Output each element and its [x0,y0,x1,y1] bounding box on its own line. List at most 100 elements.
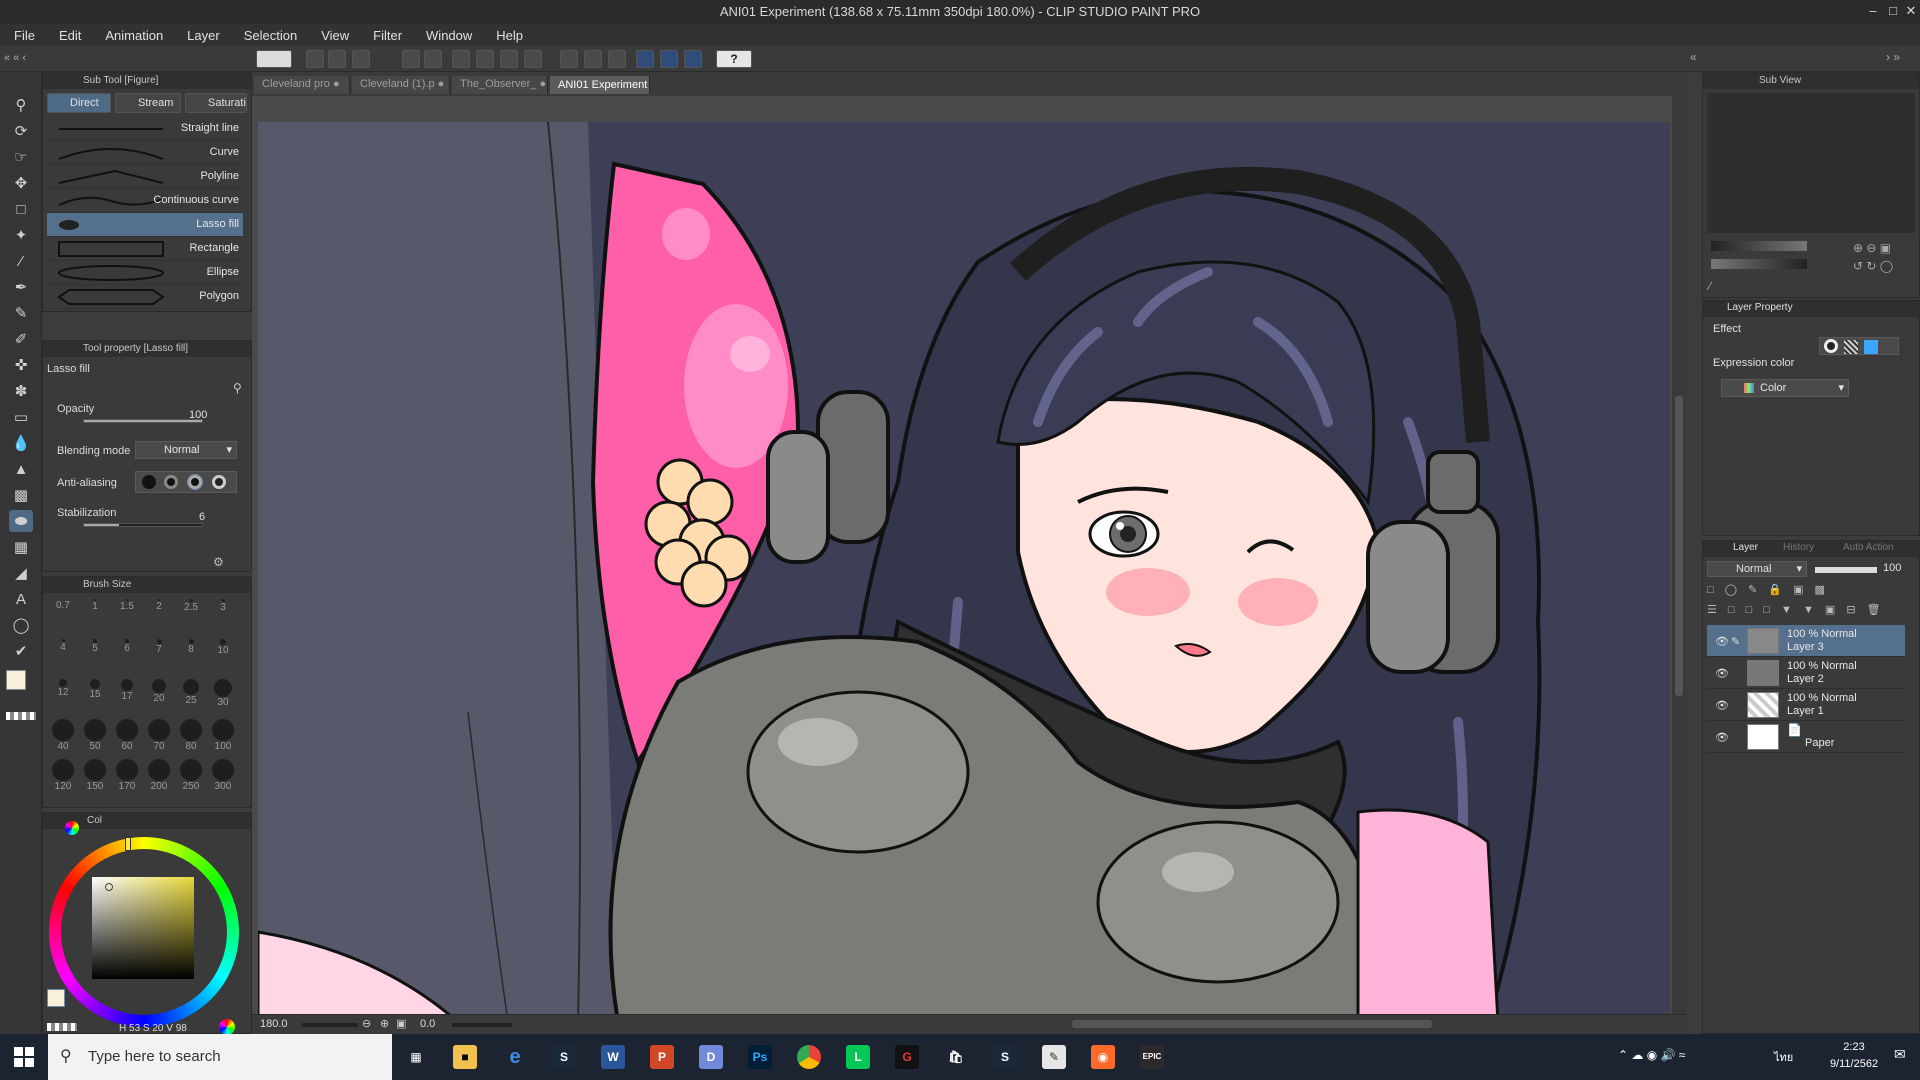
tab-history[interactable]: History [1783,542,1814,553]
stabilization-slider[interactable] [83,523,203,527]
selection-tool-icon[interactable]: □ [9,198,33,220]
garena-icon[interactable]: G [895,1045,919,1069]
balloon-tool-icon[interactable]: ◯ [9,614,33,636]
brush-size-option[interactable]: 40 [47,717,79,753]
minimize-icon[interactable]: – [1864,2,1882,20]
pencil-tool-icon[interactable]: ✎ [9,302,33,324]
edge-icon[interactable]: e [503,1045,527,1069]
move-tool-icon[interactable]: ⟳ [9,120,33,142]
clock-time[interactable]: 2:23 [1824,1041,1884,1053]
menu-window[interactable]: Window [426,28,472,43]
fit-screen-icon[interactable]: ▣ [396,1017,406,1030]
eraser-tool-icon[interactable]: ▭ [9,406,33,428]
sub-view-slider-2[interactable] [1711,259,1807,269]
transparent-chip[interactable] [47,1023,77,1031]
undo-icon[interactable] [402,50,420,68]
horizontal-scrollbar[interactable] [1072,1020,1432,1028]
sub-tool-ellipse[interactable]: Ellipse [47,261,243,285]
blend-tool-icon[interactable]: 💧 [9,432,33,454]
brush-size-option[interactable]: 1.5 [111,597,143,633]
eye-icon[interactable]: 👁 [1715,667,1729,680]
task-view-icon[interactable]: ▦ [404,1045,428,1069]
maximize-icon[interactable]: □ [1884,2,1902,20]
brush-size-option[interactable]: 70 [143,717,175,753]
brush-size-option[interactable]: 8 [175,637,207,673]
layer-row[interactable]: 👁 ✎ 100 % Normal Layer 3 [1707,625,1905,657]
blending-mode-select[interactable]: Normal ▾ [135,441,237,459]
scale-icon[interactable] [524,50,542,68]
snap-ruler-icon[interactable] [636,50,654,68]
rotation-value[interactable]: 0.0 [420,1018,435,1030]
aa-none-icon[interactable] [142,475,156,489]
main-color-chip[interactable] [47,989,65,1007]
drawing-canvas[interactable] [258,122,1670,1022]
menu-selection[interactable]: Selection [244,28,297,43]
zoom-tool-icon[interactable]: ⚲ [9,94,33,116]
line-icon[interactable]: L [846,1045,870,1069]
zoom-value[interactable]: 180.0 [260,1018,288,1030]
windows-start-icon[interactable] [14,1047,34,1067]
opacity-value[interactable]: 100 [189,409,207,421]
sub-tool-lasso-fill[interactable]: Lasso fill [47,213,243,237]
chrome-icon[interactable] [797,1045,821,1069]
figure-tool-icon[interactable]: ⬬ [9,510,33,532]
fill-tool-icon[interactable]: ▲ [9,458,33,480]
transparent-color-swatch[interactable] [6,712,36,720]
layer-options-toolbar[interactable]: □ ◯ ✎ 🔒 ▣ ▩ [1707,583,1917,599]
sub-tool-polygon[interactable]: Polygon [47,285,243,309]
opacity-slider[interactable] [83,419,203,423]
brush-size-option[interactable]: 10 [207,637,239,673]
layer-color-icon[interactable] [1864,340,1878,354]
color-picker-handle[interactable] [105,883,113,891]
eyedropper-tool-icon[interactable]: ⁄ [9,250,33,272]
layer-opacity-value[interactable]: 100 [1883,562,1901,574]
powerpoint-icon[interactable]: P [650,1045,674,1069]
brush-size-option[interactable]: 5 [79,637,111,673]
doc-tab-the-observer[interactable]: The_Observer_ ● [452,76,548,94]
brush-size-option[interactable]: 150 [79,757,111,793]
gradient-tool-icon[interactable]: ▩ [9,484,33,506]
word-icon[interactable]: W [601,1045,625,1069]
fill-icon[interactable] [476,50,494,68]
sub-view-zoom-icons[interactable]: ⊕ ⊖ ▣ [1853,241,1891,255]
snap-grid-icon[interactable] [684,50,702,68]
eye-icon[interactable]: 👁 [1715,731,1729,744]
menu-view[interactable]: View [321,28,349,43]
aa-medium-icon[interactable] [187,474,203,490]
brush-size-option[interactable]: 17 [111,677,143,713]
operation-tool-icon[interactable]: ☞ [9,146,33,168]
clear-icon[interactable] [452,50,470,68]
brush-size-option[interactable]: 120 [47,757,79,793]
brush-size-option[interactable]: 0.7 [47,597,79,633]
sub-tool-rectangle[interactable]: Rectangle [47,237,243,261]
sub-tool-group-direct[interactable]: Direct [47,93,111,113]
language-indicator[interactable]: ไทย [1774,1048,1793,1066]
brush-size-option[interactable]: 3 [207,597,239,633]
menu-layer[interactable]: Layer [187,28,220,43]
brush-size-option[interactable]: 80 [175,717,207,753]
brush-size-option[interactable]: 170 [111,757,143,793]
vertical-scrollbar[interactable] [1672,96,1686,1014]
sub-tool-curve[interactable]: Curve [47,141,243,165]
sub-tool-group-saturation[interactable]: Saturati [185,93,247,113]
ruler-tool-icon[interactable]: ◢ [9,562,33,584]
zoom-slider[interactable] [302,1023,358,1027]
settings-icon[interactable]: ⚙ [213,555,224,569]
close-tab-icon[interactable]: ● [333,78,340,90]
redo-icon[interactable] [424,50,442,68]
brush-size-option[interactable]: 2 [143,597,175,633]
doc-tab-ani01-experiment[interactable]: ANI01 Experiment ✕ [550,76,650,94]
layer-actions-toolbar[interactable]: ☰ □ □ □ ▼ ▼ ▣ ⊟ 🗑 [1707,603,1917,619]
file-explorer-icon[interactable]: ■ [453,1045,477,1069]
border-effect-icon[interactable] [1824,339,1838,353]
brush-size-option[interactable]: 6 [111,637,143,673]
tab-layer[interactable]: Layer [1733,542,1758,553]
layer-opacity-slider[interactable] [1815,567,1877,573]
airbrush-tool-icon[interactable]: ✜ [9,354,33,376]
brush-size-option[interactable]: 100 [207,717,239,753]
clip-studio-icon[interactable] [256,50,292,68]
snap-special-ruler-icon[interactable] [660,50,678,68]
move-layer-tool-icon[interactable]: ✥ [9,172,33,194]
aa-strong-icon[interactable] [212,475,226,489]
brush-size-option[interactable]: 4 [47,637,79,673]
